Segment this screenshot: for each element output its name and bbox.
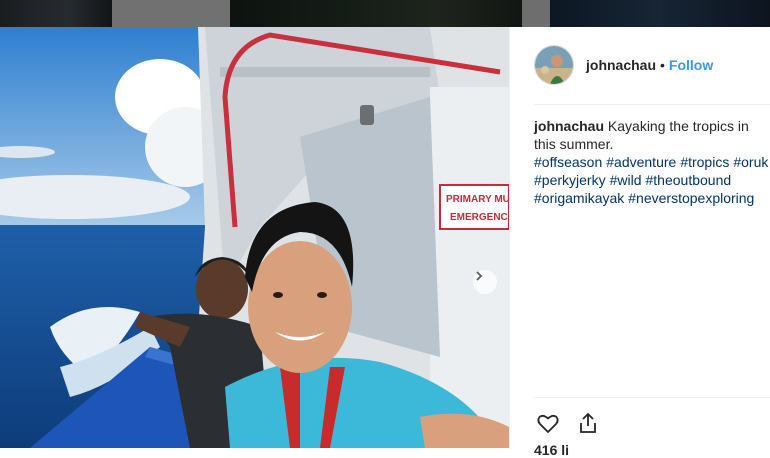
sign-text-line2: EMERGENCY [450, 212, 509, 223]
avatar-image [535, 46, 573, 84]
photo-scene: PRIMARY MU EMERGENCY [0, 27, 509, 448]
follow-button[interactable]: Follow [669, 57, 713, 73]
hashtag[interactable]: #adventure [606, 154, 676, 170]
caption-username[interactable]: johnachau [534, 118, 604, 134]
chevron-right-icon [476, 271, 483, 281]
hashtag[interactable]: #neverstopexploring [628, 190, 754, 206]
divider [534, 104, 770, 105]
share-button[interactable] [574, 409, 602, 437]
sign-text-line1: PRIMARY MU [446, 194, 509, 205]
heart-icon [537, 414, 559, 433]
background-thumbnails [0, 0, 770, 27]
hashtag[interactable]: #wild [610, 172, 642, 188]
hashtag[interactable]: #tropics [680, 154, 729, 170]
hashtag[interactable]: #offseason [534, 154, 602, 170]
hashtag-line: #origamikayak #neverstopexploring [534, 189, 770, 207]
modal-overlay[interactable] [0, 0, 770, 27]
username[interactable]: johnachau [586, 57, 656, 73]
divider [534, 397, 770, 398]
hashtags: #offseason #adventure #tropics #oruk #perky… [534, 153, 770, 207]
post-actions [534, 409, 614, 437]
next-photo-button[interactable] [473, 270, 497, 294]
hashtag[interactable]: #origamikayak [534, 190, 624, 206]
share-icon [580, 412, 596, 433]
caption: johnachau Kayaking the tropics in this s… [534, 117, 770, 153]
hashtag[interactable]: #theoutbound [646, 172, 732, 188]
avatar[interactable] [534, 45, 574, 85]
post-details-panel: johnachau • Follow johnachau Kayaking th… [509, 27, 770, 458]
post-photo[interactable]: PRIMARY MU EMERGENCY [0, 27, 509, 448]
hashtag-line: #perkyjerky #wild #theoutbound [534, 171, 770, 189]
hashtag[interactable]: #oruk [733, 154, 768, 170]
likes-count[interactable]: 416 li [534, 442, 569, 458]
like-button[interactable] [534, 409, 562, 437]
hashtag-line: #offseason #adventure #tropics #oruk [534, 153, 770, 171]
separator-dot: • [660, 57, 665, 73]
hashtag[interactable]: #perkyjerky [534, 172, 606, 188]
post-header: johnachau • Follow [534, 45, 713, 85]
